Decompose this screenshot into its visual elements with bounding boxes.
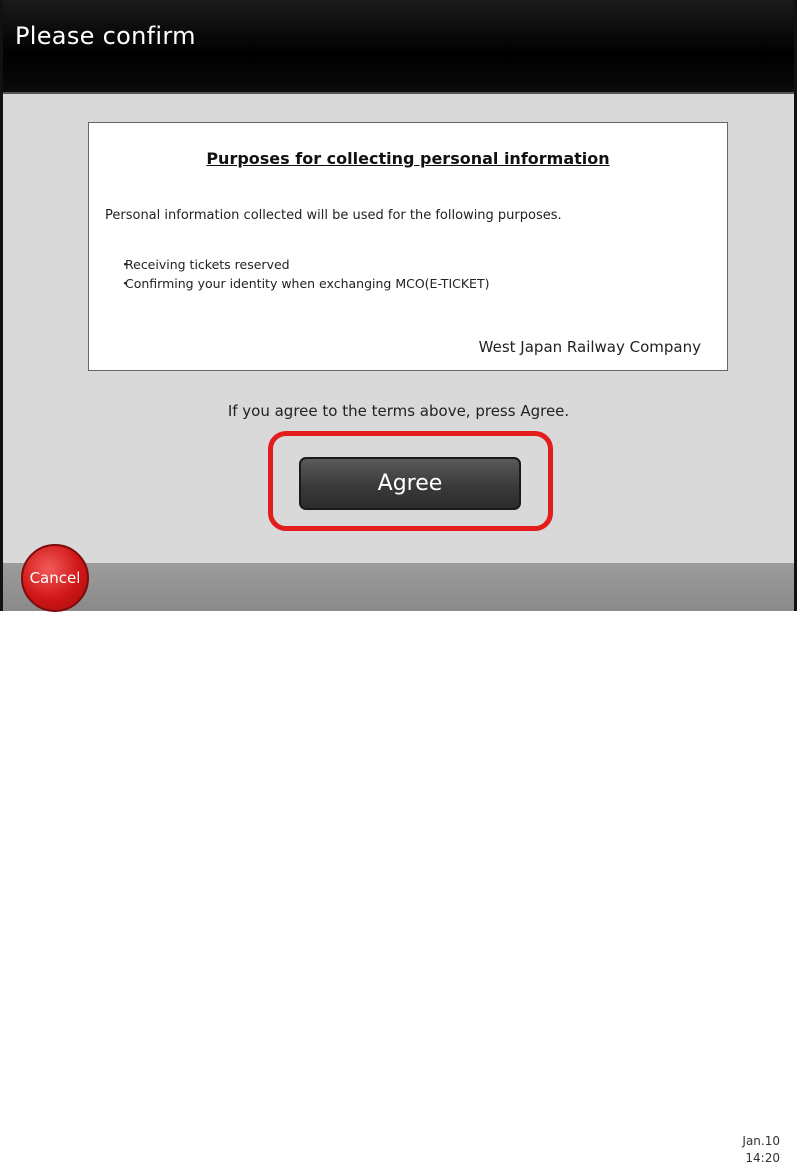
agree-instruction: If you agree to the terms above, press A… [227, 402, 570, 420]
date-time-display: Jan.10 14:20 [742, 1133, 780, 1167]
header-bar: Please confirm [3, 0, 794, 94]
kiosk-screen: Please confirm Purposes for collecting p… [0, 0, 797, 1165]
list-item-text: Confirming your identity when exchanging… [125, 276, 490, 291]
date-text: Jan.10 [742, 1134, 780, 1148]
page-title: Please confirm [15, 22, 196, 50]
company-name: West Japan Railway Company [478, 338, 701, 356]
purpose-list: ・Receiving tickets reserved ・Confirming … [119, 255, 489, 293]
list-item-text: Receiving tickets reserved [125, 257, 290, 272]
list-item: ・Receiving tickets reserved [119, 255, 489, 274]
list-item: ・Confirming your identity when exchangin… [119, 274, 489, 293]
cancel-button[interactable]: Cancel [21, 544, 89, 612]
notice-intro: Personal information collected will be u… [105, 208, 562, 223]
footer-bar: Jan.10 14:20 [3, 563, 794, 1165]
time-text: 14:20 [745, 1151, 780, 1165]
notice-title: Purposes for collecting personal informa… [206, 149, 610, 168]
privacy-notice-panel: Purposes for collecting personal informa… [88, 122, 728, 371]
agree-button[interactable]: Agree [299, 457, 521, 510]
